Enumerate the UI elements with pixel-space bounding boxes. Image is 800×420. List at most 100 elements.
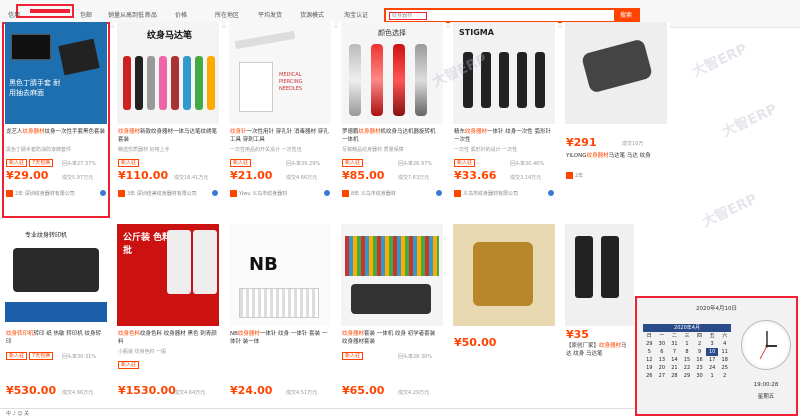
product-price: ¥1530.00 — [118, 384, 176, 397]
chat-icon[interactable] — [100, 190, 106, 196]
product-card[interactable]: 纹身马达笔 纹身器材新款纹身器材一体马达笔纹绣笔 套装 精选优质器材 好用上手 … — [114, 22, 222, 218]
calendar-day[interactable]: 20 — [656, 364, 669, 372]
pen-shape — [147, 56, 155, 110]
calendar-day[interactable]: 26 — [643, 372, 656, 380]
calendar-day[interactable]: 8 — [681, 348, 694, 356]
calendar-day[interactable]: 14 — [668, 356, 681, 364]
filter-free-shipping[interactable]: 包邮 — [80, 10, 92, 19]
repurchase-rate: 回头率39.29% — [286, 161, 321, 167]
calendar-day[interactable]: 30 — [693, 372, 706, 380]
product-title[interactable]: 纹身器材套装 一体机 纹身 初学者套装 纹身器材套装 — [342, 330, 442, 346]
calendar-day[interactable]: 2 — [718, 372, 731, 380]
shop-name[interactable]: 2年 — [566, 172, 668, 179]
calendar-day[interactable]: 30 — [656, 340, 669, 348]
calendar-day[interactable]: 11 — [718, 348, 731, 356]
product-image — [565, 224, 634, 326]
calendar-day[interactable]: 21 — [668, 364, 681, 372]
product-card[interactable]: ¥50.00 — [450, 224, 558, 420]
calendar-day[interactable]: 25 — [718, 364, 731, 372]
filter-price[interactable]: 价格 — [175, 10, 187, 19]
product-card[interactable]: 公斤装 色料大批 纹身色料纹身色料 纹身器材 黑色 刺青颜料 小瓶装 纹身色料 … — [114, 224, 222, 420]
calendar-day[interactable]: 31 — [668, 340, 681, 348]
title-keyword: 纹身器材 — [118, 129, 141, 135]
product-title[interactable]: 龙艺人纹身器材纹身一次性手套黑色套装 — [6, 128, 106, 144]
product-title[interactable]: YILONG纹身器材马达笔 马达 纹身 — [566, 152, 666, 168]
calendar-day[interactable]: 18 — [718, 356, 731, 364]
calendar-day[interactable]: 2 — [693, 340, 706, 348]
product-card[interactable]: 纹身器材套装 一体机 纹身 初学者套装 纹身器材套装 新入驻 回头率28.30%… — [338, 224, 446, 420]
chat-icon[interactable] — [436, 190, 442, 196]
tag: 新入驻 — [118, 159, 140, 167]
product-title[interactable]: 纹身色料纹身色料 纹身器材 黑色 刺青颜料 — [118, 330, 218, 346]
filter-cert[interactable]: 淘宝认证 — [344, 10, 368, 19]
shop-name[interactable]: 义乌市纹身器材有限公司 — [454, 190, 556, 197]
chat-icon[interactable] — [548, 190, 554, 196]
product-price: ¥85.00 — [342, 169, 385, 182]
shop-name[interactable]: 2年 深圳纹身器材有限公司 — [6, 190, 108, 197]
search-button[interactable]: 搜索 — [614, 10, 638, 21]
product-title[interactable]: NB纹身器材一体针 纹身 一体针 套装 一体针 装一体 — [230, 330, 330, 346]
search-input[interactable]: 纹身器材 — [389, 12, 427, 20]
repurchase-rate: 回头率30.31% — [62, 354, 97, 360]
chat-icon[interactable] — [324, 190, 330, 196]
shop-name[interactable]: 8年 义乌市纹身器材 — [342, 190, 444, 197]
product-tags: 新入驻 — [118, 361, 141, 369]
product-tags: 新入驻 — [342, 352, 365, 360]
calendar-day[interactable]: 5 — [643, 348, 656, 356]
calendar-header[interactable]: 2020年4月 — [643, 324, 731, 332]
calendar-day[interactable]: 19 — [643, 364, 656, 372]
filter-source[interactable]: 货源模式 — [300, 10, 324, 19]
calendar-day[interactable]: 3 — [706, 340, 719, 348]
product-title[interactable]: 纹身器材新款纹身器材一体马达笔纹绣笔 套装 — [118, 128, 218, 144]
chat-icon[interactable] — [212, 190, 218, 196]
calendar-day[interactable]: 4 — [718, 340, 731, 348]
product-price: ¥35 — [566, 328, 589, 341]
calendar-day[interactable]: 28 — [668, 372, 681, 380]
product-subtitle: 写稿精品纹身器材 质量保障 — [342, 147, 404, 153]
calendar-day[interactable]: 22 — [681, 364, 694, 372]
sales-volume: 成交4.51万元 — [286, 390, 318, 396]
calendar-day[interactable]: 17 — [706, 356, 719, 364]
product-card[interactable]: ¥35 【原创厂家】纹身器材马达 纹身 马达笔 — [562, 224, 634, 420]
product-card[interactable]: MEDICAL PIERCING NEEDLES 纹身针一次性用针 穿孔针 消毒… — [226, 22, 334, 218]
calendar-day[interactable]: 27 — [656, 372, 669, 380]
shop-name[interactable]: Yiwu 义乌市纹身器材 — [230, 190, 332, 197]
product-card[interactable]: ¥291 成交10万 YILONG纹身器材马达笔 马达 纹身 2年 — [562, 22, 670, 218]
calendar-day[interactable]: 29 — [643, 340, 656, 348]
calendar-day[interactable]: 16 — [693, 356, 706, 364]
product-title[interactable]: 罗德鹏纹身器材机纹身马达机器旋转机 一体机 — [342, 128, 442, 144]
taskbar[interactable]: 中 ♪ ☺ 关 — [0, 408, 635, 418]
product-card[interactable]: NB NB纹身器材一体针 纹身 一体针 套装 一体针 装一体 ¥24.00 成交… — [226, 224, 334, 420]
product-title[interactable]: 纹身转印机转印 纸 热敏 转印机 纹身转印 — [6, 330, 106, 346]
filter-new[interactable]: 新品 — [145, 10, 157, 19]
calendar-day[interactable]: 13 — [656, 356, 669, 364]
calendar-day[interactable]: 29 — [681, 372, 694, 380]
product-card[interactable]: STIGMA 精东纹身器材一体针 纹身一次性 弧形针 一次性 一次性 弧形针的设… — [450, 22, 558, 218]
calendar-day[interactable]: 10 — [705, 348, 719, 356]
filter-shipping[interactable]: 平均发货 — [258, 10, 282, 19]
calendar-day[interactable]: 24 — [706, 364, 719, 372]
calendar-day[interactable]: 6 — [656, 348, 669, 356]
title-keyword: 纹身转印机 — [6, 331, 34, 337]
printer-shape — [13, 248, 99, 292]
calendar-day[interactable]: 15 — [681, 356, 694, 364]
shop-name[interactable]: 3年 深圳佳美纹身器材有限公司 — [118, 190, 220, 197]
calendar-day[interactable]: 7 — [668, 348, 681, 356]
product-card[interactable]: 黑色丁腈手套 耐用抽去麻面 龙艺人纹身器材纹身一次性手套黑色套装 黑色丁腈手套防… — [2, 22, 110, 218]
product-title[interactable]: 精东纹身器材一体针 纹身一次性 弧形针 一次性 — [454, 128, 554, 144]
calendar-day[interactable]: 12 — [643, 356, 656, 364]
product-card[interactable]: 颜色选择 罗德鹏纹身器材机纹身马达机器旋转机 一体机 写稿精品纹身器材 质量保障… — [338, 22, 446, 218]
calendar-day[interactable]: 23 — [693, 364, 706, 372]
product-title[interactable]: 【原创厂家】纹身器材马达 纹身 马达笔 — [566, 342, 632, 358]
filter-sales[interactable]: 销量从高到低 — [108, 10, 144, 19]
product-title[interactable]: 纹身针一次性用针 穿孔针 消毒器材 穿孔工具 穿刺工具 — [230, 128, 330, 144]
filter-region[interactable]: 所在地区 — [215, 10, 239, 19]
product-image — [565, 22, 667, 124]
calendar-day[interactable]: 1 — [681, 340, 694, 348]
product-card[interactable]: 专业纹身转印机 纹身转印机转印 纸 热敏 转印机 纹身转印 新入驻 7天包换 回头… — [2, 224, 110, 420]
product-image: 颜色选择 — [341, 22, 443, 124]
calendar-day[interactable]: 9 — [693, 348, 706, 356]
weekday-label: 五 — [709, 333, 715, 339]
filter-credit[interactable]: 信用 — [8, 10, 20, 19]
calendar-day[interactable]: 1 — [706, 372, 719, 380]
